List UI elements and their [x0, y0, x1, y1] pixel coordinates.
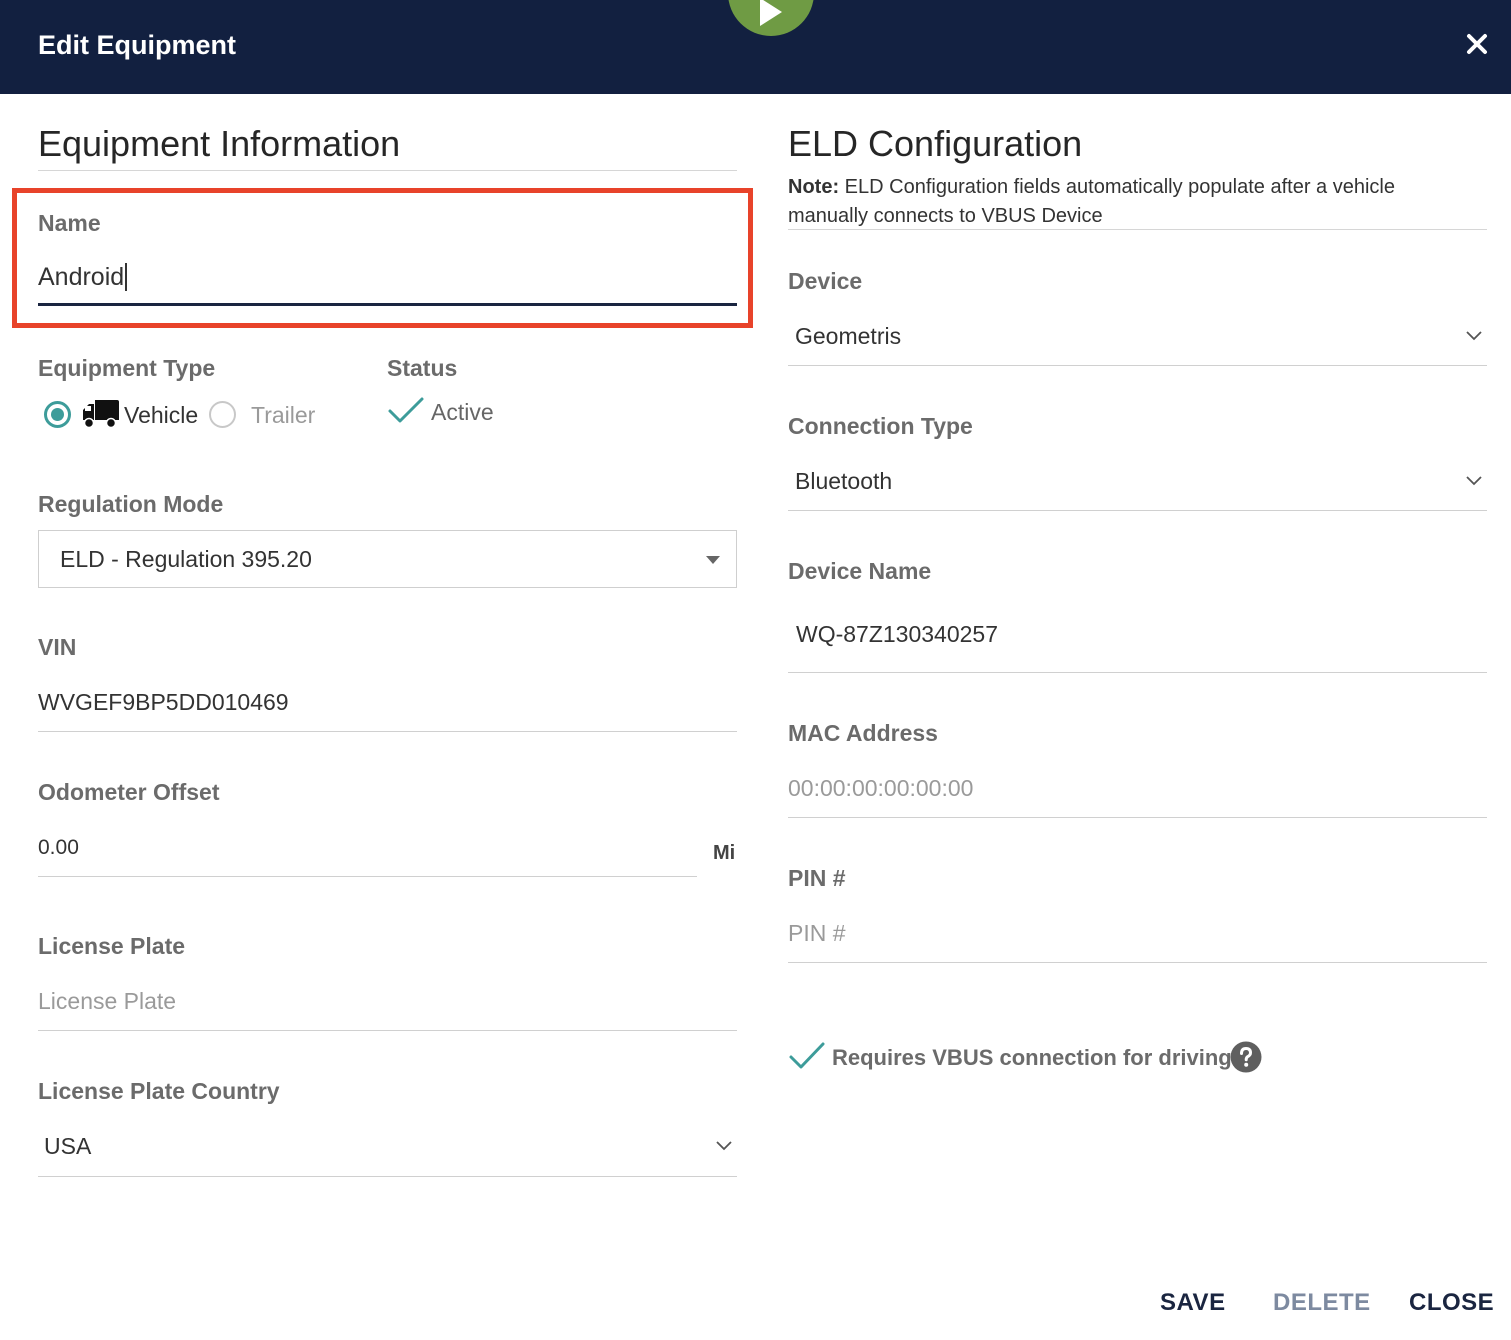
odometer-offset-input[interactable]: 0.00 [38, 836, 79, 860]
connection-type-value: Bluetooth [795, 468, 893, 494]
device-name-input[interactable]: WQ-87Z130340257 [796, 621, 998, 648]
note-text: ELD Configuration fields automatically p… [788, 176, 1395, 227]
name-highlight-box [12, 188, 753, 328]
regulation-mode-label: Regulation Mode [38, 491, 224, 517]
license-plate-label: License Plate [38, 933, 186, 959]
mac-address-input[interactable]: 00:00:00:00:00:00 [788, 775, 973, 802]
radio-trailer-label: Trailer [251, 402, 316, 428]
play-button[interactable] [728, 0, 814, 36]
device-select[interactable]: Geometris [788, 308, 1487, 366]
name-input-underline [38, 303, 737, 306]
dialog-title: Edit Equipment [38, 30, 236, 60]
status-value: Active [431, 399, 494, 425]
license-plate-country-label: License Plate Country [38, 1078, 280, 1104]
truck-icon [83, 400, 119, 429]
chevron-down-icon [716, 1141, 732, 1151]
close-icon[interactable] [1466, 33, 1488, 55]
odometer-offset-underline [38, 876, 697, 877]
odometer-offset-label: Odometer Offset [38, 779, 220, 805]
vin-label: VIN [38, 634, 77, 660]
radio-trailer[interactable] [209, 401, 236, 428]
regulation-mode-select[interactable]: ELD - Regulation 395.20 [38, 530, 737, 588]
requires-vbus-label: Requires VBUS connection for driving [832, 1045, 1232, 1070]
connection-type-underline [788, 510, 1487, 511]
mac-address-label: MAC Address [788, 720, 938, 746]
vbus-checkmark-icon[interactable] [788, 1040, 826, 1072]
regulation-mode-value: ELD - Regulation 395.20 [60, 546, 312, 572]
chevron-down-icon [1466, 476, 1482, 486]
pin-input[interactable]: PIN # [788, 920, 846, 947]
chevron-down-icon [1466, 331, 1482, 341]
device-label: Device [788, 268, 863, 294]
vin-input[interactable]: WVGEF9BP5DD010469 [38, 689, 289, 716]
eld-config-title: ELD Configuration [788, 123, 1083, 164]
caret-down-icon [706, 556, 720, 564]
pin-underline [788, 962, 1487, 963]
license-plate-input[interactable]: License Plate [38, 988, 176, 1015]
license-plate-country-value: USA [44, 1133, 92, 1159]
connection-type-select[interactable]: Bluetooth [788, 453, 1487, 511]
pin-label: PIN # [788, 865, 846, 891]
equipment-info-divider [38, 170, 737, 171]
device-underline [788, 365, 1487, 366]
status-checkmark-icon[interactable] [387, 396, 425, 426]
device-value: Geometris [795, 323, 902, 349]
text-cursor [125, 263, 127, 291]
radio-vehicle[interactable] [44, 401, 71, 428]
eld-config-note: Note: ELD Configuration fields automatic… [788, 173, 1468, 231]
device-name-label: Device Name [788, 558, 932, 584]
vin-underline [38, 731, 737, 732]
radio-vehicle-label: Vehicle [124, 402, 199, 428]
mac-address-underline [788, 817, 1487, 818]
license-plate-country-select[interactable]: USA [38, 1120, 737, 1176]
close-button[interactable]: CLOSE [1409, 1289, 1494, 1317]
status-label: Status [387, 355, 458, 381]
play-icon [760, 0, 782, 26]
eld-config-divider [788, 229, 1487, 230]
save-button[interactable]: SAVE [1160, 1289, 1226, 1317]
delete-button[interactable]: DELETE [1273, 1289, 1371, 1317]
name-label: Name [38, 210, 101, 236]
license-plate-underline [38, 1030, 737, 1031]
question-circle-icon[interactable] [1230, 1041, 1262, 1073]
note-label: Note: [788, 176, 840, 198]
license-plate-country-underline [38, 1176, 737, 1177]
device-name-underline [788, 672, 1487, 673]
equipment-type-label: Equipment Type [38, 355, 216, 381]
dialog-header: Edit Equipment [0, 0, 1511, 94]
name-input[interactable]: Android [38, 263, 124, 292]
equipment-info-title: Equipment Information [38, 123, 401, 164]
odometer-unit: Mi [713, 842, 736, 864]
connection-type-label: Connection Type [788, 413, 973, 439]
